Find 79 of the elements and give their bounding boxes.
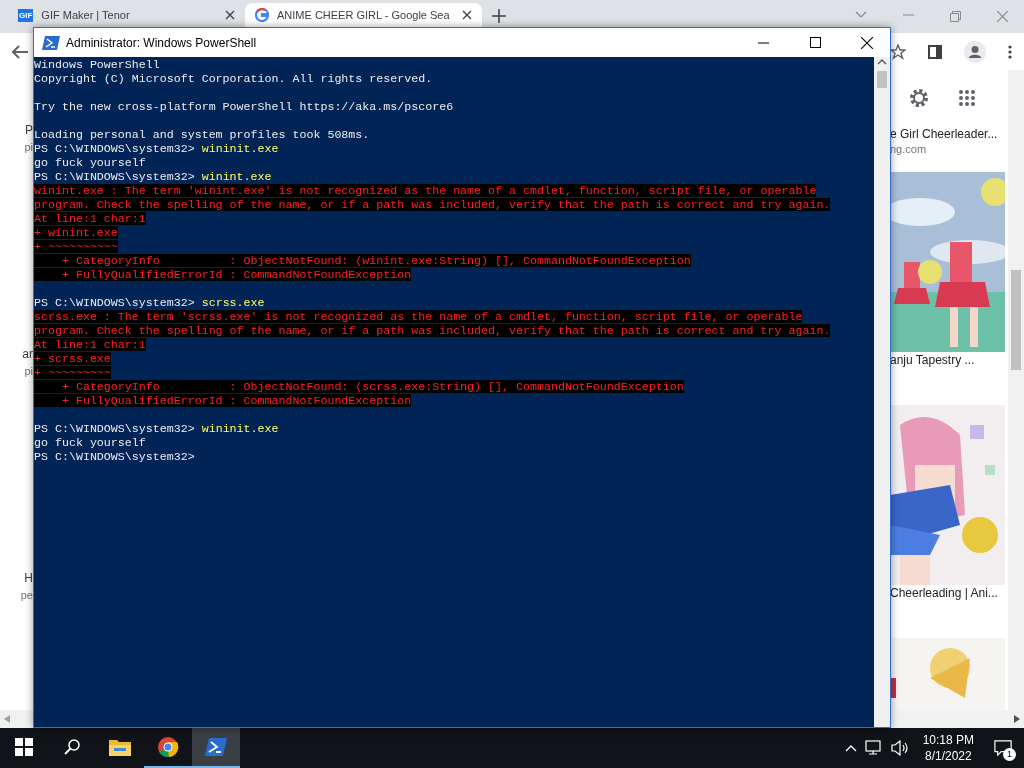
clock-date[interactable]: 8/1/2022 (924, 748, 972, 764)
console-text: go fuck yourself (34, 436, 146, 449)
google-icon (255, 8, 269, 22)
chevron-up-icon[interactable] (844, 744, 857, 752)
error-text: + FullyQualifiedErrorId : CommandNotFoundException (34, 394, 412, 407)
notifications-button[interactable]: 1 (988, 733, 1018, 763)
result-title[interactable]: e Girl Cheerleader... (890, 126, 1008, 143)
error-text: program. Check the spelling of the name, or if a path was included, verify that the path is correct and try again. (34, 324, 831, 337)
result-title[interactable]: anju Tapestry ... (890, 352, 1008, 369)
command-text: wininit.exe (201, 142, 279, 155)
command-text: wininit.exe (201, 422, 279, 435)
star-icon[interactable] (890, 43, 906, 60)
profile-icon[interactable] (964, 40, 986, 63)
menu-icon[interactable] (1008, 44, 1012, 59)
prompt-text: PS C:\WINDOWS\system32> (34, 450, 195, 463)
volume-icon[interactable] (890, 740, 909, 756)
close-icon (225, 10, 235, 20)
clock-time[interactable]: 10:18 PM (922, 732, 974, 748)
result-text: P (25, 122, 33, 139)
error-text: + ~~~~~~~~~ (34, 366, 111, 379)
taskbar-button[interactable] (192, 728, 240, 768)
console-text: Loading personal and system profiles took 508ms. (34, 128, 370, 141)
network-icon[interactable] (864, 740, 883, 756)
result-text: pi (24, 364, 33, 379)
error-text: + CategoryInfo : ObjectNotFound: (scrss.exe:String) [], CommandNotFoundException (34, 380, 684, 393)
error-text: + winint.exe (34, 226, 118, 239)
scroll-right-icon[interactable] (1014, 715, 1020, 723)
close-icon (462, 10, 472, 20)
console-text: Windows PowerShell (34, 58, 160, 71)
search-icon (63, 738, 81, 756)
result-text: ar (22, 346, 33, 363)
prompt-text: PS C:\WINDOWS\system32> (34, 296, 195, 309)
error-text: + FullyQualifiedErrorId : CommandNotFoundException (34, 268, 412, 281)
console-text: Copyright (C) Microsoft Corporation. All rights reserved. (34, 72, 433, 85)
folder-icon (109, 738, 131, 756)
prompt-text: PS C:\WINDOWS\system32> (34, 422, 195, 435)
close-icon[interactable] (997, 11, 1008, 22)
result-text: H (24, 570, 33, 587)
error-text: winint.exe : The term 'winint.exe' is not recognized as the name of a cmdlet, function, script file, or operable (34, 184, 817, 197)
prompt-text: PS C:\WINDOWS\system32> (34, 142, 195, 155)
error-text: + CategoryInfo : ObjectNotFound: (winint.exe:String) [], CommandNotFoundException (34, 254, 691, 267)
result-source: ng.com (890, 143, 928, 157)
speech-bubble-icon (994, 739, 1012, 757)
back-arrow-icon[interactable] (12, 44, 28, 59)
error-text: + ~~~~~~~~~~ (34, 240, 118, 253)
notification-count: 1 (1003, 748, 1016, 761)
minimize-icon (757, 41, 769, 44)
command-text: scrss.exe (201, 296, 265, 309)
scrollbar-thumb[interactable] (877, 71, 887, 88)
console-text: Try the new cross-platform PowerShell https://aka.ms/pscore6 (34, 100, 454, 113)
powershell-icon (205, 738, 227, 756)
apps-grid-icon[interactable] (958, 89, 976, 107)
scrollbar-thumb[interactable] (1011, 270, 1021, 370)
error-text: program. Check the spelling of the name, or if a path was included, verify that the path is correct and try again. (34, 198, 831, 211)
scroll-up-icon[interactable] (877, 57, 887, 67)
powershell-icon (42, 35, 60, 50)
chevron-down-icon[interactable] (855, 11, 867, 19)
favicon-icon: GIF (18, 8, 34, 22)
plus-icon[interactable] (492, 9, 506, 23)
side-panel-icon[interactable] (928, 44, 942, 59)
result-text: pi (24, 140, 33, 155)
browser-tab[interactable]: ANIME CHEER GIRL - Google Sea (245, 3, 482, 27)
windows-icon (15, 738, 33, 756)
result-title[interactable]: Cheerleading | Ani... (890, 585, 1008, 602)
restore-icon[interactable] (950, 11, 961, 22)
window-title: Administrator: Windows PowerShell (66, 35, 258, 50)
console-text: go fuck yourself (34, 156, 146, 169)
maximize-icon (809, 37, 821, 48)
chrome-icon (157, 736, 179, 758)
result-text: pe (20, 588, 33, 603)
close-icon (861, 36, 873, 49)
settings-icon[interactable] (908, 87, 930, 109)
error-text: scrss.exe : The term 'scrss.exe' is not recognized as the name of a cmdlet, function, script file, or operable (34, 310, 803, 323)
error-text: + scrss.exe (34, 352, 111, 365)
command-text: winint.exe (201, 170, 272, 183)
error-text: At line:1 char:1 (34, 338, 146, 351)
error-text: At line:1 char:1 (34, 212, 146, 225)
browser-tab[interactable]: GIF GIF Maker | Tenor (8, 3, 245, 27)
prompt-text: PS C:\WINDOWS\system32> (34, 170, 195, 183)
